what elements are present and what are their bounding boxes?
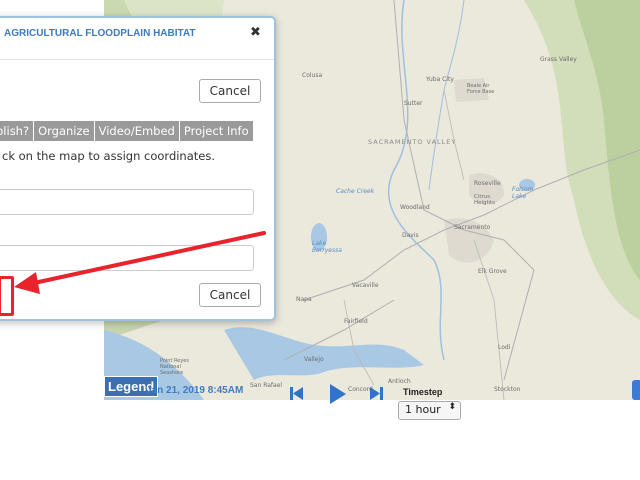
- map-label-antioch: Antioch: [388, 378, 411, 385]
- skip-forward-icon[interactable]: [367, 384, 387, 404]
- timestep-label: Timestep: [403, 387, 443, 397]
- map-label-colusa: Colusa: [302, 72, 323, 79]
- map-label-lake-berryessa: Lake Berryessa: [312, 240, 342, 254]
- side-panel-button[interactable]: [632, 380, 640, 400]
- map-label-vacaville: Vacaville: [352, 282, 379, 289]
- select-arrows-icon: ⬍: [448, 402, 456, 412]
- map-label-yuba-city: Yuba City: [426, 76, 454, 83]
- cancel-button-bottom[interactable]: Cancel: [199, 283, 261, 307]
- map-label-sutter: Sutter: [404, 100, 423, 107]
- highlight-box: [0, 276, 14, 316]
- timestep-value: 1 hour: [405, 403, 441, 416]
- map-label-davis: Davis: [402, 232, 419, 239]
- map-label-beale: Beale Air Force Base: [467, 83, 495, 95]
- map-label-stockton: Stockton: [494, 386, 521, 393]
- coordinate-field-1[interactable]: [0, 189, 254, 215]
- dialog-divider: [0, 59, 274, 60]
- dialog-title: AGRICULTURAL FLOODPLAIN HABITAT: [4, 28, 196, 39]
- map-label-folsom-lake: Folsom Lake: [512, 186, 534, 200]
- map-label-sacramento: Sacramento: [454, 224, 491, 231]
- close-icon[interactable]: ✖: [250, 25, 261, 40]
- map-label-point-reyes: Point Reyes National Seashore: [160, 358, 189, 376]
- tab-organize[interactable]: Organize: [34, 121, 94, 141]
- timestep-select[interactable]: 1 hour ⬍: [398, 401, 461, 420]
- map-label-vallejo: Vallejo: [304, 356, 324, 363]
- tab-project-info[interactable]: Project Info: [179, 121, 253, 141]
- map-label-napa: Napa: [296, 296, 312, 303]
- project-dialog: AGRICULTURAL FLOODPLAIN HABITAT ✖ Cancel…: [0, 16, 276, 321]
- tab-publish[interactable]: blish?: [0, 121, 34, 141]
- cancel-button-top[interactable]: Cancel: [199, 79, 261, 103]
- skip-back-icon[interactable]: [288, 384, 308, 404]
- map-label-san-rafael: San Rafael: [250, 382, 283, 389]
- play-icon[interactable]: [327, 382, 349, 406]
- map-label-woodland: Woodland: [400, 204, 430, 211]
- map-label-elk-grove: Elk Grove: [478, 268, 507, 275]
- map-label-citrus-heights: Citrus Heights: [474, 194, 496, 206]
- map-label-fairfield: Fairfield: [344, 318, 368, 325]
- instructions-text: ck on the map to assign coordinates.: [2, 149, 216, 163]
- tab-video-embed[interactable]: Video/Embed: [94, 121, 179, 141]
- map-label-cache-creek: Cache Creek: [336, 188, 375, 195]
- current-datetime: Jan 21, 2019 8:45AM: [146, 385, 244, 396]
- map-label-sac-valley: SACRAMENTO VALLEY: [368, 138, 457, 146]
- map-label-roseville: Roseville: [474, 180, 501, 187]
- map-label-lodi: Lodi: [498, 344, 511, 351]
- coordinate-field-2[interactable]: [0, 245, 254, 271]
- map-label-grass-valley: Grass Valley: [540, 56, 577, 63]
- dialog-tabs: blish? Organize Video/Embed Project Info: [0, 121, 254, 141]
